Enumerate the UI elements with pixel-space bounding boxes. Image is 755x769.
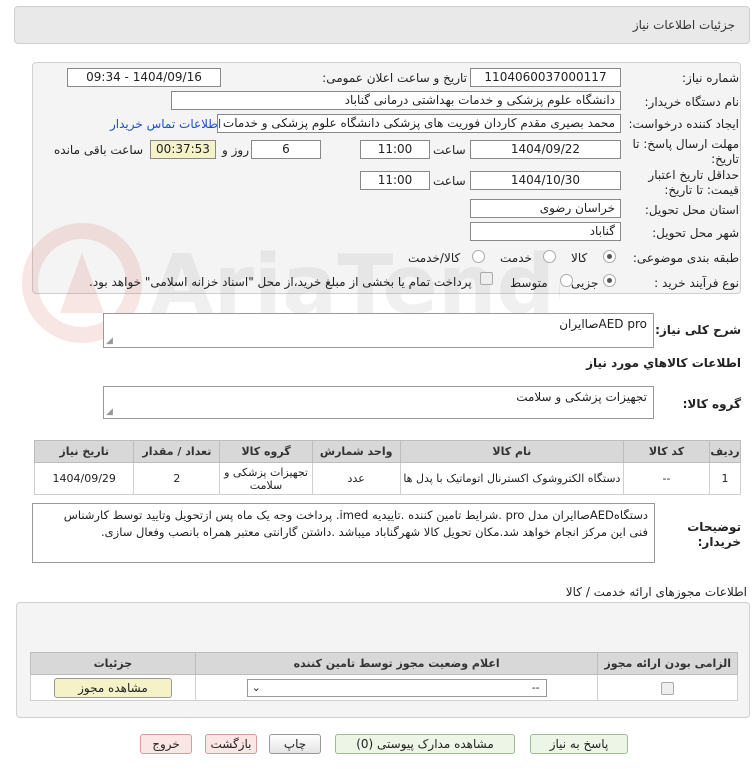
validity-time-field: 11:00: [360, 171, 430, 190]
time-remaining-label: ساعت باقی مانده: [54, 143, 144, 157]
chevron-down-icon: ⌄: [251, 680, 261, 694]
category-goods-label: کالا: [571, 251, 588, 265]
purchase-type-label: نوع فرآیند خرید :: [654, 276, 739, 290]
col-qty: تعداد / مقدار: [133, 440, 221, 463]
category-goods-service-label: کالا/خدمت: [408, 251, 461, 265]
col-name: نام کالا: [399, 440, 625, 463]
time-remaining-field: 00:37:53: [150, 140, 216, 159]
page-title: جزئیات اطلاعات نیاز: [632, 18, 735, 32]
buyer-notes-label-2: خریدار:: [697, 535, 741, 549]
cell-unit: عدد: [311, 462, 401, 495]
validity-label-2: قیمت: تا تاریخ:: [664, 183, 739, 197]
need-number-label: شماره نیاز:: [682, 71, 739, 85]
deadline-time-field: 11:00: [360, 140, 430, 159]
col-date: تاریخ نیاز: [33, 440, 135, 463]
back-button[interactable]: بازگشت: [205, 734, 257, 754]
permits-table: الزامی بودن ارائه مجوز اعلام وضعیت مجوز …: [30, 652, 738, 701]
validity-time-label: ساعت: [433, 174, 466, 188]
cell-group: تجهیزات پزشکی و سلامت: [219, 462, 313, 495]
permit-status-value: --: [531, 680, 540, 694]
summary-textarea: AED proصاایران ◢: [103, 313, 654, 348]
permits-table-header: الزامی بودن ارائه مجوز اعلام وضعیت مجوز …: [30, 652, 738, 675]
city-label: شهر محل تحویل:: [652, 226, 739, 240]
goods-group-textarea: تجهیزات پزشکی و سلامت ◢: [103, 386, 654, 419]
buyer-notes-label-1: توضیحات: [687, 520, 741, 534]
summary-label: شرح کلی نیاز:: [655, 323, 741, 337]
cell-code: --: [623, 462, 711, 495]
col-permit-details: جزئیات: [30, 652, 196, 675]
permit-status-select[interactable]: -- ⌄: [246, 678, 547, 697]
province-field: خراسان رضوی: [470, 199, 621, 218]
purchase-minor-label: جزیی: [571, 276, 599, 290]
resize-grip-icon: ◢: [106, 407, 113, 417]
province-label: استان محل تحویل:: [644, 203, 739, 217]
goods-table: ردیف کد کالا نام کالا واحد شمارش گروه کا…: [33, 440, 741, 495]
col-permit-status: اعلام وضعیت مجوز توسط تامین کننده: [194, 652, 599, 675]
resize-grip-icon: ◢: [106, 336, 113, 346]
purchase-radio-medium[interactable]: [560, 274, 573, 287]
buyer-org-field: دانشگاه علوم پزشکی و خدمات بهداشتی درمان…: [171, 91, 621, 110]
buyer-contact-link[interactable]: اطلاعات تماس خریدار: [110, 117, 221, 131]
cell-qty: 2: [133, 462, 221, 495]
category-radio-goods-service[interactable]: [472, 250, 485, 263]
need-number-field: 1104060037000117: [470, 68, 621, 87]
treasury-note: پرداخت تمام یا بخشی از مبلغ خرید،از محل …: [89, 275, 472, 289]
days-remaining-field: 6: [251, 140, 321, 159]
col-unit: واحد شمارش: [311, 440, 401, 463]
days-and-label: روز و: [222, 143, 249, 157]
goods-table-header: ردیف کد کالا نام کالا واحد شمارش گروه کا…: [33, 440, 741, 463]
deadline-label-1: مهلت ارسال پاسخ: تا: [632, 137, 739, 151]
validity-date-field: 1404/10/30: [470, 171, 621, 190]
deadline-time-label: ساعت: [433, 143, 466, 157]
buyer-org-label: نام دستگاه خریدار:: [644, 95, 740, 109]
col-row: ردیف: [709, 440, 741, 463]
exit-button[interactable]: خروج: [140, 734, 192, 754]
announce-field: 1404/09/16 - 09:34: [67, 68, 221, 87]
cell-row: 1: [709, 462, 741, 495]
summary-text: AED proصاایران: [559, 317, 647, 331]
page-title-bar: جزئیات اطلاعات نیاز: [14, 6, 750, 44]
category-label: طبقه بندی موضوعی:: [632, 251, 739, 265]
cell-name: دستگاه الکتروشوک اکسترنال اتوماتیک با پد…: [399, 462, 625, 495]
print-button[interactable]: چاپ: [269, 734, 321, 754]
validity-label-1: حداقل تاریخ اعتبار: [648, 168, 739, 182]
announce-label: تاریخ و ساعت اعلان عمومی:: [322, 71, 467, 85]
creator-label: ایجاد کننده درخواست:: [628, 117, 739, 131]
buyer-notes-textarea: دستگاهAEDصاایران مدل pro .شرایط تامین کن…: [32, 503, 655, 563]
deadline-date-field: 1404/09/22: [470, 140, 621, 159]
buyer-notes-line-2: فنی این مرکز انجام خواهد شد.مکان تحویل ک…: [100, 525, 648, 539]
treasury-checkbox[interactable]: [480, 272, 493, 285]
goods-group-label: گروه کالا:: [682, 397, 741, 411]
goods-info-title: اطلاعات کالاهاي مورد نياز: [586, 356, 741, 370]
col-permit-required: الزامی بودن ارائه مجوز: [597, 652, 738, 675]
goods-group-text: تجهیزات پزشکی و سلامت: [516, 390, 647, 404]
purchase-medium-label: متوسط: [510, 276, 548, 290]
table-row[interactable]: 1 -- دستگاه الکتروشوک اکسترنال اتوماتیک …: [33, 462, 741, 495]
city-field: گناباد: [470, 222, 621, 241]
permit-required-checkbox: [661, 681, 675, 695]
purchase-radio-minor[interactable]: [603, 274, 616, 287]
reply-button[interactable]: پاسخ به نیاز: [530, 734, 628, 754]
category-radio-service[interactable]: [543, 250, 556, 263]
col-code: کد کالا: [623, 440, 711, 463]
col-group: گروه کالا: [219, 440, 313, 463]
view-permit-button[interactable]: مشاهده مجوز: [53, 677, 172, 698]
deadline-label-2: تاریخ:: [711, 152, 739, 166]
buyer-notes-line-1: دستگاهAEDصاایران مدل pro .شرایط تامین کن…: [63, 508, 648, 522]
category-service-label: خدمت: [500, 251, 532, 265]
permits-title: اطلاعات مجوزهای ارائه خدمت / کالا: [565, 585, 747, 599]
cell-date: 1404/09/29: [33, 462, 135, 495]
attachments-button[interactable]: مشاهده مدارک پیوستی (0): [335, 734, 515, 754]
creator-field: محمد بصیری مقدم کاردان فوریت های پزشکی د…: [217, 114, 621, 133]
table-row: -- ⌄ مشاهده مجوز: [30, 674, 738, 701]
category-radio-goods[interactable]: [603, 250, 616, 263]
